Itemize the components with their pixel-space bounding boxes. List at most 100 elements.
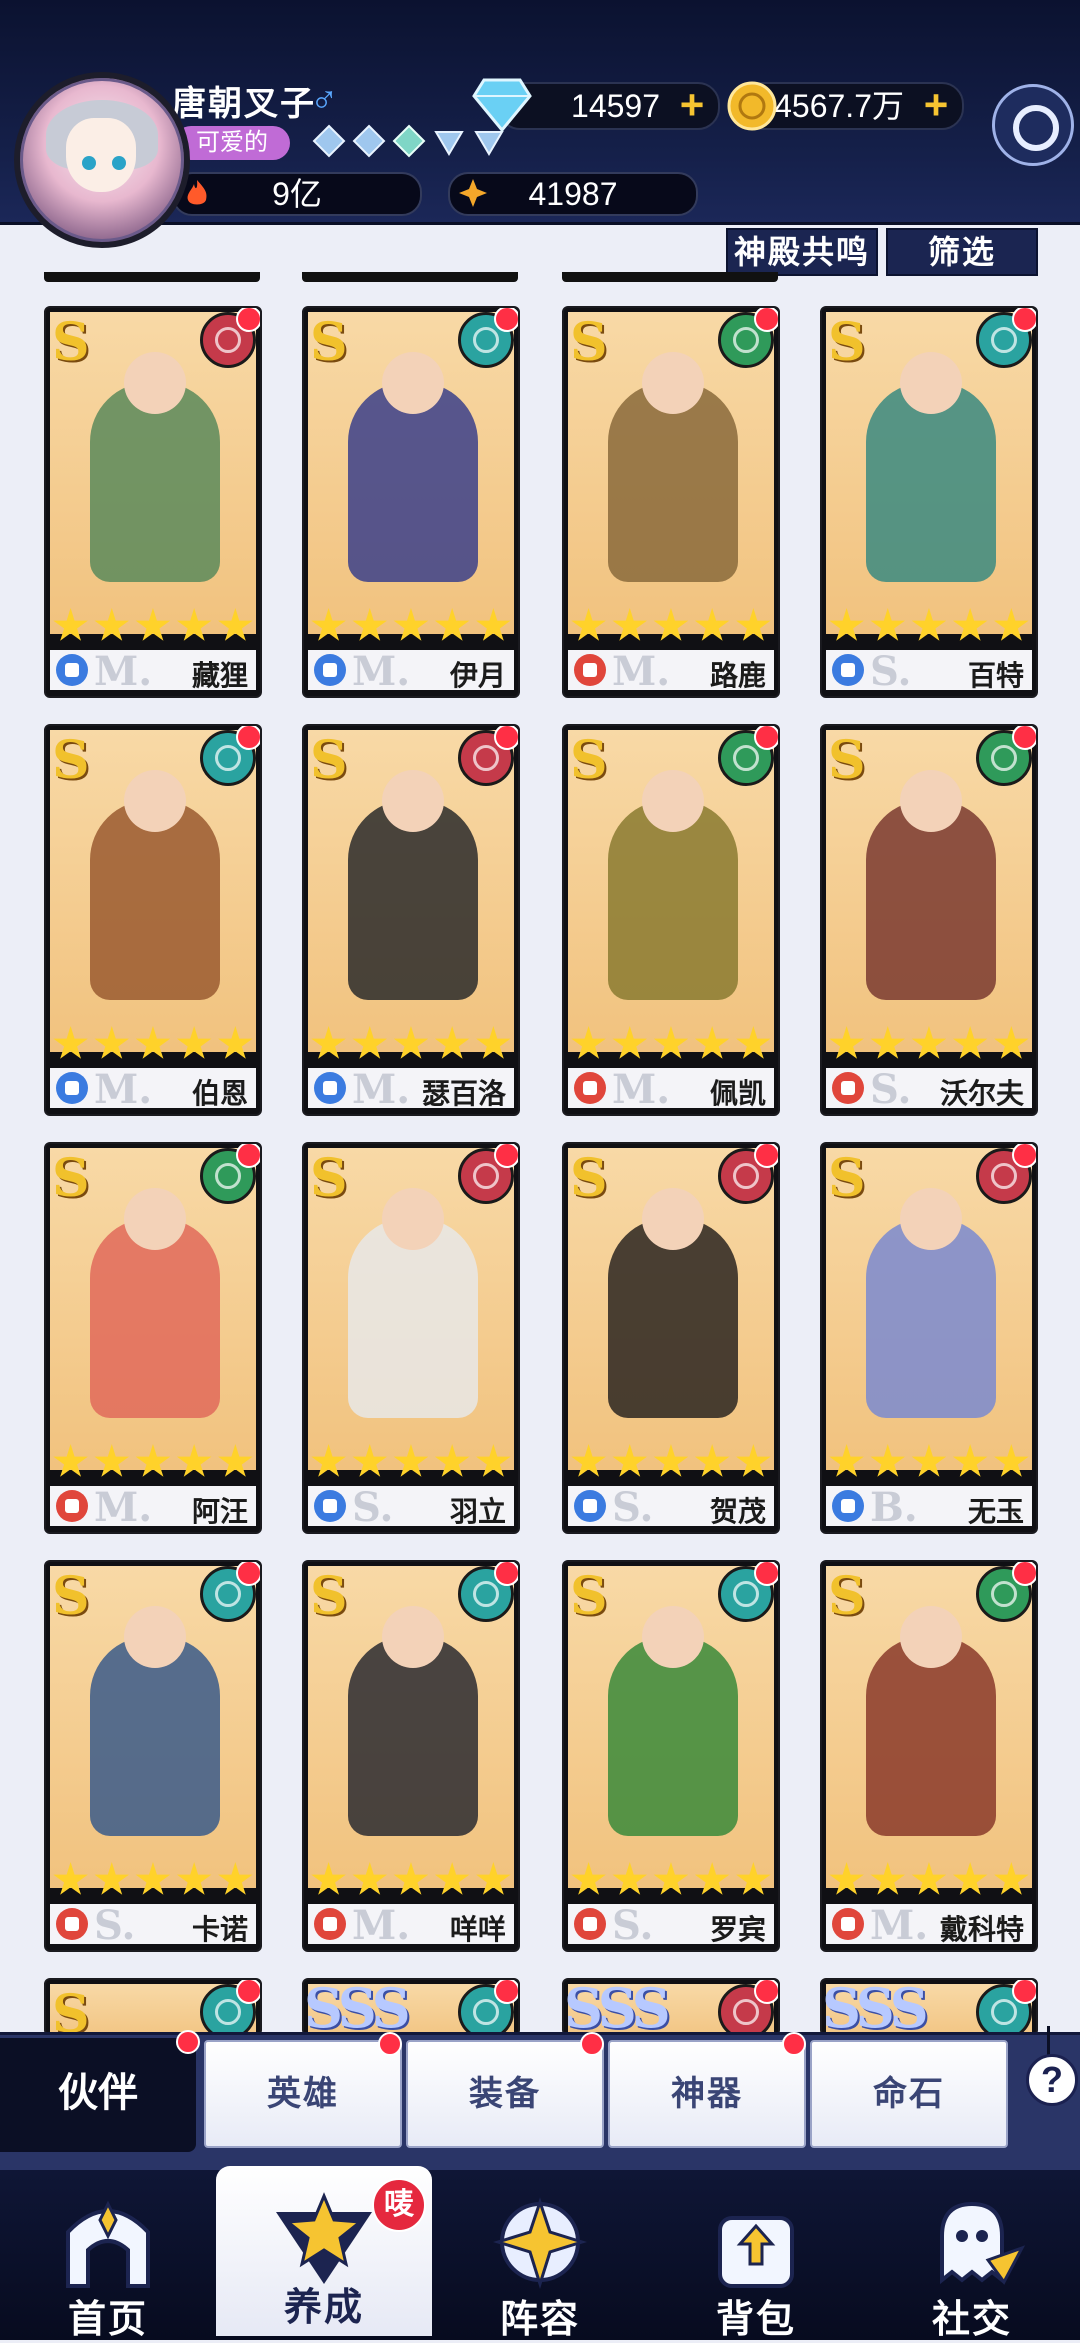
hero-footer: M. 佩凯 [568,1066,774,1113]
tab-artifacts[interactable]: 神器 [608,2040,806,2148]
hero-footer: M. 阿汪 [50,1484,256,1531]
tab-partners[interactable]: 伙伴 [0,2038,196,2152]
hero-card[interactable]: S M. 藏狸 [44,306,262,698]
star-icon [653,1026,689,1059]
hero-card[interactable]: S B. 无玉 [820,1142,1038,1534]
class-icon [56,1072,88,1104]
star-icon [176,1026,212,1059]
star-rating [50,1444,256,1484]
partial-card-edge [302,272,518,282]
star-rating [826,608,1032,648]
hero-card[interactable]: S S. 卡诺 [44,1560,262,1952]
nav-home[interactable]: 首页 [0,2170,216,2341]
hero-card[interactable]: S S. 贺茂 [562,1142,780,1534]
tier-letter: M. [870,1902,929,1949]
notification-dot [494,1144,518,1168]
partial-card-edge [562,272,778,282]
rank-label: S [52,1148,90,1209]
rank-label: S [310,1148,348,1209]
star-rating [50,1862,256,1902]
star-icon [476,1862,511,1895]
notification-dot [494,726,518,750]
nav-bag[interactable]: 背包 [648,2170,864,2341]
star-icon [736,608,771,641]
hero-name: 伊月 [449,659,506,692]
add-gold-button[interactable]: + [918,84,954,126]
star-icon [476,1444,511,1477]
star-icon [829,1026,864,1059]
hero-card-partial[interactable]: SSS [302,1978,520,2032]
player-avatar[interactable] [14,72,190,248]
star-icon [434,1444,470,1477]
star-icon [476,608,511,641]
star-icon [612,1862,648,1895]
hero-card-partial[interactable]: SSS [820,1978,1038,2032]
class-icon [574,1490,606,1522]
hero-footer: M. 路鹿 [568,648,774,695]
nav-social[interactable]: 社交 [864,2170,1080,2341]
hero-name: 贺茂 [709,1495,766,1528]
star-icon [911,1444,947,1477]
rank-label: S [310,1566,348,1627]
temple-icon [66,2200,150,2288]
star-icon [352,1862,388,1895]
nav-label: 首页 [67,2299,148,2341]
tier-letter: S. [94,1902,136,1949]
hero-card[interactable]: S M. 戴科特 [820,1560,1038,1952]
tier-letter: B. [870,1484,918,1531]
nav-develop[interactable]: 唛 养成 [216,2166,432,2336]
power-counter: 9亿 [172,172,422,216]
hero-card[interactable]: S M. 伊月 [302,306,520,698]
star-icon [736,1444,771,1477]
hero-card[interactable]: S M. 咩咩 [302,1560,520,1952]
hero-card[interactable]: S M. 阿汪 [44,1142,262,1534]
tier-letter: M. [612,1066,671,1113]
star-icon [952,1444,988,1477]
add-diamond-button[interactable]: + [674,84,710,126]
tier-letter: M. [352,1902,411,1949]
help-hanger [1047,2026,1050,2056]
hero-card[interactable]: S M. 瑟百洛 [302,724,520,1116]
hero-card[interactable]: S M. 伯恩 [44,724,262,1116]
tab-heroes[interactable]: 英雄 [204,2040,402,2148]
tier-letter: M. [352,1066,411,1113]
notification-dot [754,1980,778,2004]
star-icon [612,608,648,641]
hero-footer: M. 咩咩 [308,1902,514,1949]
hero-card[interactable]: S M. 佩凯 [562,724,780,1116]
star-icon [352,1026,388,1059]
help-icon[interactable]: ? [1026,2054,1078,2106]
star-icon [994,1026,1029,1059]
star-icon [653,1444,689,1477]
nav-lineup[interactable]: 阵容 [432,2170,648,2341]
star-icon [952,1026,988,1059]
hero-card[interactable]: S M. 路鹿 [562,306,780,698]
gold-coin-icon [727,81,777,131]
star-icon [694,1862,730,1895]
hero-footer: S. 沃尔夫 [826,1066,1032,1113]
hero-head [642,1188,704,1250]
rank-label: S [828,730,866,791]
tab-equipment[interactable]: 装备 [406,2040,604,2148]
settings-gear-icon[interactable] [992,84,1074,166]
star-icon [311,608,346,641]
notification-dot [1012,308,1036,332]
star-icon [994,1862,1029,1895]
hero-footer: M. 伊月 [308,648,514,695]
tier-letter: M. [352,648,411,695]
tab-fate-stones[interactable]: 命石 [810,2040,1008,2148]
hero-card-partial[interactable]: S [44,1978,262,2032]
diamond-rank-icon [392,124,426,158]
star-icon [870,1862,906,1895]
star-icon [434,1862,470,1895]
hero-card-partial[interactable]: SSS [562,1978,780,2032]
hero-footer: S. 卡诺 [50,1902,256,1949]
star-icon [571,1862,606,1895]
rank-label: S [570,312,608,373]
hero-card[interactable]: S S. 百特 [820,306,1038,698]
hero-card[interactable]: S S. 沃尔夫 [820,724,1038,1116]
hero-card[interactable]: S S. 罗宾 [562,1560,780,1952]
star-icon [476,1026,511,1059]
hero-card[interactable]: S S. 羽立 [302,1142,520,1534]
star-rating [826,1862,1032,1902]
